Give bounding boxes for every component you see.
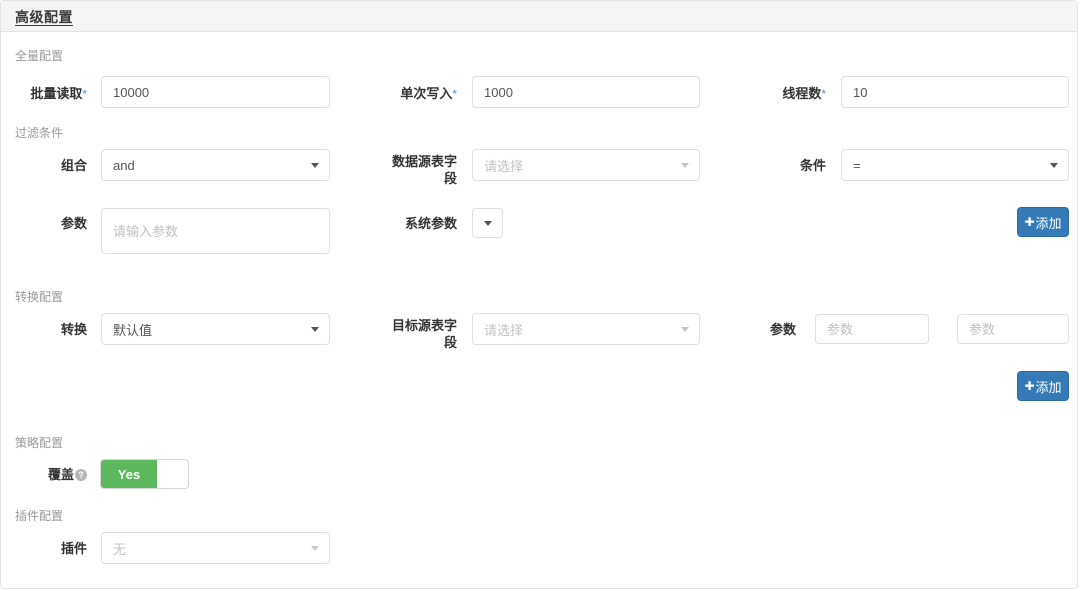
label-batch-read-text: 批量读取 <box>30 86 83 101</box>
condition-select-value: = <box>853 157 861 173</box>
transform-param-input-2[interactable] <box>957 314 1069 344</box>
add-filter-button-label: 添加 <box>1035 215 1062 231</box>
batch-read-input[interactable] <box>101 76 330 108</box>
label-plugin: 插件 <box>60 541 87 556</box>
chevron-down-icon <box>311 163 319 168</box>
label-source-table-field: 数据源表字段 <box>391 154 457 186</box>
plus-icon: ✚ <box>1024 379 1035 393</box>
label-overwrite-text: 覆盖 <box>47 467 74 482</box>
source-table-field-select[interactable]: 请选择 <box>472 149 700 181</box>
section-title-plugin-config: 插件配置 <box>15 509 64 523</box>
plus-icon: ✚ <box>1024 215 1035 229</box>
section-title-full-config: 全量配置 <box>15 49 64 63</box>
required-mark: * <box>82 87 87 101</box>
label-combine: 组合 <box>60 158 87 173</box>
label-thread-count: 线程数* <box>671 86 826 102</box>
label-thread-count-text: 线程数 <box>782 86 822 101</box>
param-input[interactable] <box>101 208 330 254</box>
thread-count-input[interactable] <box>841 76 1069 108</box>
overwrite-toggle-on-label: Yes <box>101 460 157 488</box>
label-batch-read: 批量读取* <box>1 86 87 102</box>
chevron-down-icon <box>681 163 689 168</box>
overwrite-toggle-off-track <box>157 460 188 488</box>
panel-header: 高级配置 <box>1 1 1077 32</box>
chevron-down-icon <box>1050 163 1058 168</box>
system-param-select[interactable] <box>472 208 503 238</box>
chevron-down-icon <box>681 327 689 332</box>
section-title-strategy-config: 策略配置 <box>15 436 64 450</box>
page-title: 高级配置 <box>15 9 73 25</box>
label-param: 参数 <box>60 216 87 231</box>
combine-select[interactable]: and <box>101 149 330 181</box>
condition-select[interactable]: = <box>841 149 1069 181</box>
label-target-table-field: 目标源表字段 <box>391 318 457 350</box>
advanced-config-panel: 高级配置 全量配置 批量读取* 单次写入* 线程数* 过滤条件 组合 and 数… <box>0 0 1078 589</box>
combine-select-value: and <box>113 157 135 173</box>
chevron-down-icon <box>483 221 492 226</box>
plugin-select-value: 无 <box>113 541 127 557</box>
label-overwrite: 覆盖? <box>1 467 87 483</box>
add-transform-button[interactable]: ✚ 添加 <box>1017 371 1069 401</box>
label-transform: 转换 <box>60 322 87 337</box>
label-condition: 条件 <box>799 158 826 173</box>
section-title-filter-condition: 过滤条件 <box>15 126 64 140</box>
target-table-field-select-value: 请选择 <box>484 322 524 338</box>
label-single-write-text: 单次写入 <box>400 86 453 101</box>
question-mark-icon[interactable]: ? <box>75 469 87 481</box>
source-table-field-select-value: 请选择 <box>484 158 524 174</box>
transform-select-value: 默认值 <box>113 322 153 338</box>
chevron-down-icon <box>311 546 319 551</box>
required-mark: * <box>452 87 457 101</box>
overwrite-toggle[interactable]: Yes <box>100 459 189 489</box>
add-transform-button-label: 添加 <box>1035 379 1062 395</box>
transform-select[interactable]: 默认值 <box>101 313 330 345</box>
transform-param-input-1[interactable] <box>815 314 929 344</box>
plugin-select[interactable]: 无 <box>101 532 330 564</box>
single-write-input[interactable] <box>472 76 700 108</box>
label-transform-param: 参数 <box>769 322 796 337</box>
section-title-transform-config: 转换配置 <box>15 290 64 304</box>
required-mark: * <box>821 87 826 101</box>
label-system-param: 系统参数 <box>404 216 457 231</box>
chevron-down-icon <box>311 327 319 332</box>
target-table-field-select[interactable]: 请选择 <box>472 313 700 345</box>
label-single-write: 单次写入* <box>301 86 457 102</box>
add-filter-button[interactable]: ✚ 添加 <box>1017 207 1069 237</box>
